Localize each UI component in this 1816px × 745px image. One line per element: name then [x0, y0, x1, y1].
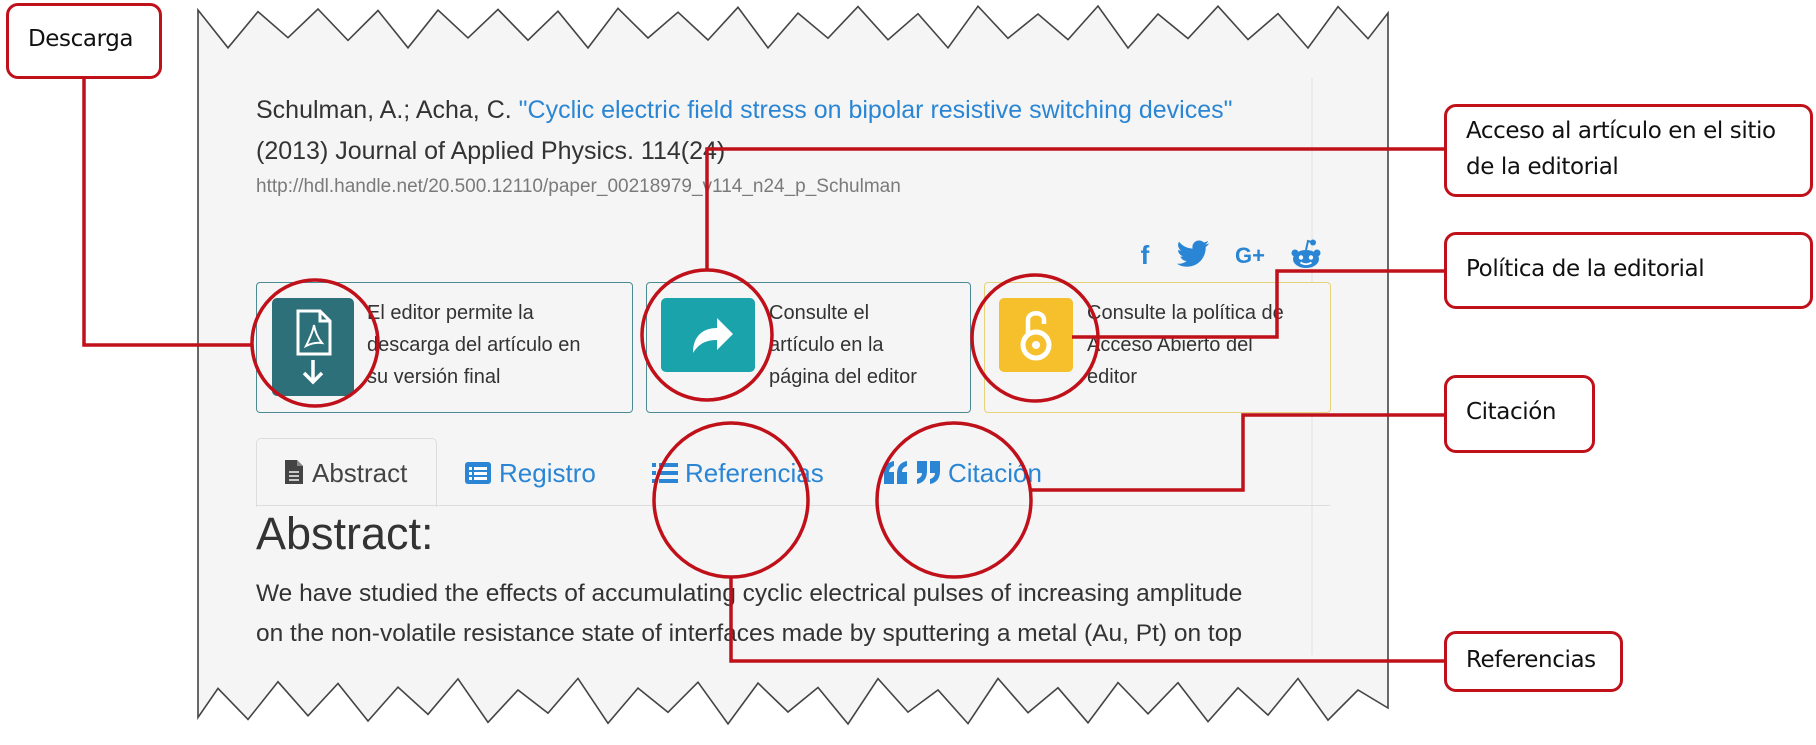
- publisher-link-box[interactable]: Consulte el artículo en la página del ed…: [646, 282, 971, 413]
- list-alt-icon: [465, 462, 491, 489]
- download-option-text: El editor permite la descarga del artícu…: [367, 302, 581, 388]
- callout-descarga: Descarga: [6, 3, 162, 79]
- tab-abstract-label[interactable]: Abstract: [312, 458, 407, 489]
- open-access-policy-box[interactable]: Consulte la política de Acceso Abierto d…: [984, 282, 1331, 413]
- citation-authors: Schulman, A.; Acha, C.: [256, 96, 512, 124]
- callout-politica: Política de la editorial: [1444, 232, 1813, 309]
- tab-referencias[interactable]: Referencias: [685, 458, 824, 489]
- publisher-link-text: Consulte el artículo en la página del ed…: [769, 302, 917, 388]
- abstract-text-line-2: on the non-volatile resistance state of …: [256, 620, 1242, 647]
- citation-line: Schulman, A.; Acha, C. "Cyclic electric …: [256, 96, 1233, 125]
- tab-divider: [256, 505, 1330, 506]
- abstract-text-line-1: We have studied the effects of accumulat…: [256, 580, 1243, 607]
- open-access-icon: [999, 298, 1073, 372]
- tab-registro[interactable]: Registro: [499, 458, 596, 489]
- pdf-download-icon: [272, 298, 354, 396]
- callout-citacion: Citación: [1444, 375, 1595, 453]
- article-title-link[interactable]: "Cyclic electric field stress on bipolar…: [519, 96, 1233, 124]
- reddit-share-icon[interactable]: [1291, 238, 1321, 275]
- download-option-box[interactable]: El editor permite la descarga del artícu…: [256, 282, 633, 413]
- share-arrow-icon: [661, 298, 755, 372]
- open-access-policy-text: Consulte la política de Acceso Abierto d…: [1087, 302, 1284, 388]
- annotated-screenshot: Schulman, A.; Acha, C. "Cyclic electric …: [0, 0, 1816, 745]
- quote-icon: [882, 460, 942, 491]
- googleplus-share-icon[interactable]: G+: [1230, 243, 1270, 269]
- callout-referencias: Referencias: [1444, 631, 1623, 692]
- file-icon: [284, 459, 304, 490]
- list-icon: [652, 462, 678, 489]
- twitter-share-icon[interactable]: [1176, 240, 1210, 273]
- tab-citacion[interactable]: Citación: [948, 458, 1042, 489]
- facebook-share-icon[interactable]: f: [1132, 240, 1158, 271]
- journal-reference: (2013) Journal of Applied Physics. 114(2…: [256, 137, 726, 165]
- handle-url[interactable]: http://hdl.handle.net/20.500.12110/paper…: [256, 176, 901, 198]
- callout-acceso: Acceso al artículo en el sitio de la edi…: [1444, 104, 1813, 197]
- abstract-heading: Abstract:: [256, 508, 434, 559]
